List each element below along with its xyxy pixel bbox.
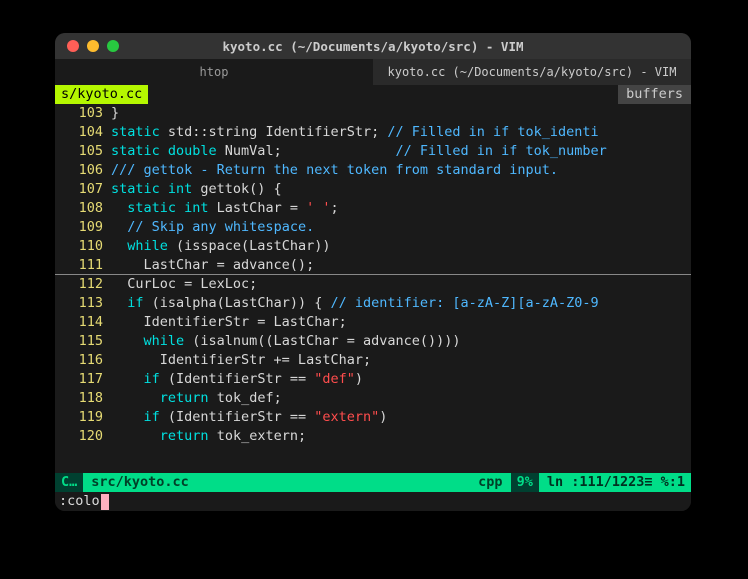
line-number: 120 [55, 427, 111, 446]
line-content: return tok_def; [111, 389, 282, 408]
status-line: C… src/kyoto.cc cpp 9% ln :111/1223≡ %:1 [55, 473, 691, 492]
cursor-icon [101, 494, 109, 510]
line-content: static std::string IdentifierStr; // Fil… [111, 123, 599, 142]
line-content: /// gettok - Return the next token from … [111, 161, 558, 180]
code-line[interactable]: 117 if (IdentifierStr == "def") [55, 370, 691, 389]
line-content: while (isspace(LastChar)) [111, 237, 330, 256]
buffer-label: buffers [618, 85, 691, 104]
line-number: 111 [55, 256, 111, 275]
line-content: IdentifierStr += LastChar; [111, 351, 371, 370]
code-line[interactable]: 118 return tok_def; [55, 389, 691, 408]
code-line[interactable]: 107static int gettok() { [55, 180, 691, 199]
code-line[interactable]: 104static std::string IdentifierStr; // … [55, 123, 691, 142]
line-number: 108 [55, 199, 111, 218]
code-line[interactable]: 111 LastChar = advance(); [55, 256, 691, 275]
command-text: :colo [59, 492, 100, 511]
code-line[interactable]: 115 while (isalnum((LastChar = advance()… [55, 332, 691, 351]
line-number: 116 [55, 351, 111, 370]
code-line[interactable]: 113 if (isalpha(LastChar)) { // identifi… [55, 294, 691, 313]
code-line[interactable]: 112 CurLoc = LexLoc; [55, 275, 691, 294]
line-number: 106 [55, 161, 111, 180]
status-filetype: cpp [478, 473, 502, 492]
line-number: 103 [55, 104, 111, 123]
vim-editor[interactable]: s/kyoto.cc buffers 103}104static std::st… [55, 85, 691, 511]
window-title: kyoto.cc (~/Documents/a/kyoto/src) - VIM [55, 39, 691, 54]
line-content: if (isalpha(LastChar)) { // identifier: … [111, 294, 599, 313]
terminal-window: kyoto.cc (~/Documents/a/kyoto/src) - VIM… [55, 33, 691, 511]
line-content: static int gettok() { [111, 180, 282, 199]
line-number: 114 [55, 313, 111, 332]
line-content: static double NumVal; // Filled in if to… [111, 142, 607, 161]
line-number: 110 [55, 237, 111, 256]
line-content: // Skip any whitespace. [111, 218, 314, 237]
terminal-tabs: htop kyoto.cc (~/Documents/a/kyoto/src) … [55, 59, 691, 85]
line-content: IdentifierStr = LastChar; [111, 313, 347, 332]
line-content: return tok_extern; [111, 427, 306, 446]
code-area[interactable]: 103}104static std::string IdentifierStr;… [55, 104, 691, 473]
command-line[interactable]: :colo [55, 492, 691, 511]
line-content: if (IdentifierStr == "extern") [111, 408, 387, 427]
line-number: 118 [55, 389, 111, 408]
code-line[interactable]: 108 static int LastChar = ' '; [55, 199, 691, 218]
buffer-line: s/kyoto.cc buffers [55, 85, 691, 104]
line-number: 104 [55, 123, 111, 142]
code-line[interactable]: 119 if (IdentifierStr == "extern") [55, 408, 691, 427]
line-content: while (isalnum((LastChar = advance()))) [111, 332, 461, 351]
line-number: 112 [55, 275, 111, 294]
line-number: 107 [55, 180, 111, 199]
code-line[interactable]: 116 IdentifierStr += LastChar; [55, 351, 691, 370]
status-file: src/kyoto.cc [83, 473, 189, 492]
buffer-name: s/kyoto.cc [55, 85, 148, 104]
code-line[interactable]: 109 // Skip any whitespace. [55, 218, 691, 237]
status-mode: C… [55, 473, 83, 492]
code-line[interactable]: 114 IdentifierStr = LastChar; [55, 313, 691, 332]
titlebar: kyoto.cc (~/Documents/a/kyoto/src) - VIM [55, 33, 691, 59]
line-number: 115 [55, 332, 111, 351]
line-number: 119 [55, 408, 111, 427]
status-position: ln :111/1223≡ %:1 [547, 473, 685, 492]
code-line[interactable]: 106/// gettok - Return the next token fr… [55, 161, 691, 180]
tab-htop[interactable]: htop [55, 59, 373, 85]
line-content: } [111, 104, 119, 123]
line-number: 117 [55, 370, 111, 389]
line-number: 105 [55, 142, 111, 161]
line-content: static int LastChar = ' '; [111, 199, 339, 218]
code-line[interactable]: 120 return tok_extern; [55, 427, 691, 446]
line-content: CurLoc = LexLoc; [111, 275, 257, 294]
line-content: if (IdentifierStr == "def") [111, 370, 363, 389]
code-line[interactable]: 103} [55, 104, 691, 123]
line-number: 109 [55, 218, 111, 237]
tab-vim[interactable]: kyoto.cc (~/Documents/a/kyoto/src) - VIM [373, 59, 691, 85]
line-content: LastChar = advance(); [111, 256, 314, 275]
code-line[interactable]: 105static double NumVal; // Filled in if… [55, 142, 691, 161]
line-number: 113 [55, 294, 111, 313]
status-percent: 9% [511, 473, 539, 492]
code-line[interactable]: 110 while (isspace(LastChar)) [55, 237, 691, 256]
